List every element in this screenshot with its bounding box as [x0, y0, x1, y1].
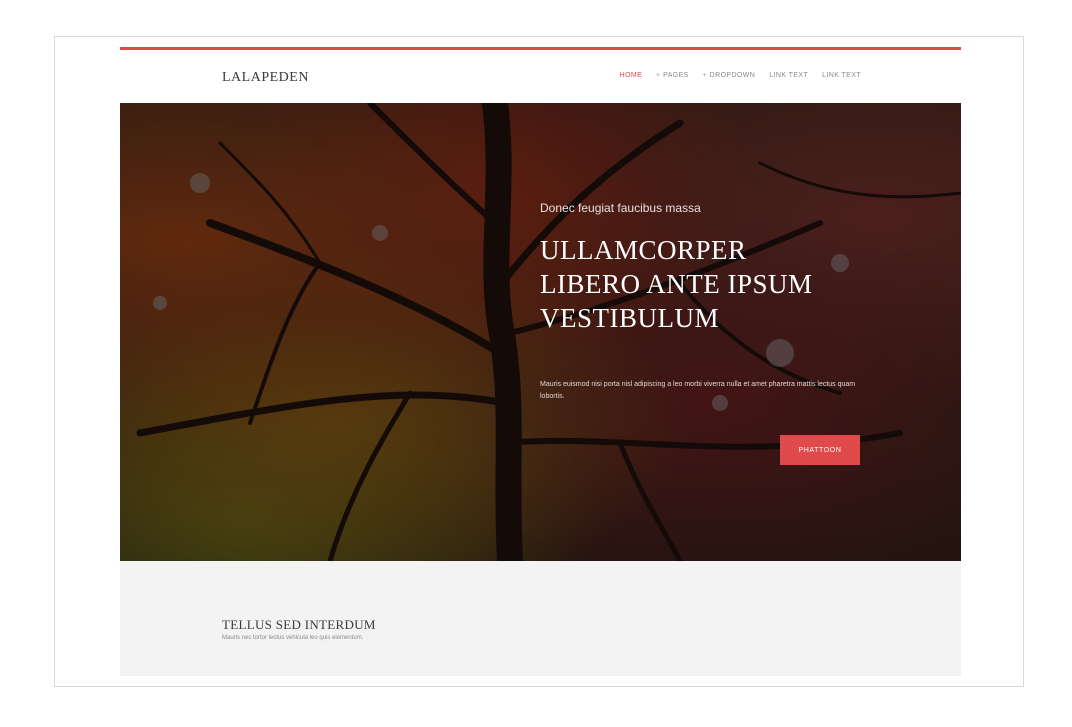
- hero-cta-button[interactable]: PHATTOON: [780, 435, 860, 465]
- main-nav: HOME + PAGES + DROPDOWN LINK TEXT LINK TEX…: [620, 72, 861, 79]
- plus-icon: +: [656, 73, 661, 79]
- plus-icon: +: [702, 73, 707, 79]
- hero-content: Donec feugiat faucibus massa ULLAMCORPER…: [540, 201, 870, 403]
- nav-item-link-text-1[interactable]: LINK TEXT: [769, 72, 808, 79]
- hero-title-line: VESTIBULUM: [540, 303, 719, 333]
- hero-description: Mauris euismod nisi porta nisl adipiscin…: [540, 381, 856, 400]
- nav-item-home[interactable]: HOME: [620, 72, 643, 79]
- section-subtitle: Mauris nec tortor lectus vehicula leo qu…: [222, 635, 364, 641]
- hero-title-line: LIBERO ANTE IPSUM: [540, 269, 813, 299]
- hero-kicker: Donec feugiat faucibus massa: [540, 201, 701, 215]
- hero-title-line: ULLAMCORPER: [540, 235, 747, 265]
- nav-item-label: DROPDOWN: [709, 72, 756, 79]
- nav-item-link-text-2[interactable]: LINK TEXT: [822, 72, 861, 79]
- nav-item-label: LINK TEXT: [822, 72, 861, 79]
- site-logo[interactable]: LALAPEDEN: [222, 70, 309, 86]
- nav-item-label: HOME: [619, 72, 643, 79]
- site-header: LALAPEDEN HOME + PAGES + DROPDOWN LINK TEX…: [120, 50, 961, 103]
- content-section: TELLUS SED INTERDUM Mauris nec tortor le…: [120, 561, 961, 676]
- nav-item-pages[interactable]: + PAGES: [656, 72, 689, 79]
- nav-item-label: PAGES: [663, 72, 689, 79]
- nav-item-dropdown[interactable]: + DROPDOWN: [703, 72, 756, 79]
- nav-item-label: LINK TEXT: [769, 72, 809, 79]
- section-title: TELLUS SED INTERDUM: [222, 617, 376, 632]
- hero-title: ULLAMCORPER LIBERO ANTE IPSUM VESTIBULUM: [540, 233, 870, 335]
- website-preview: LALAPEDEN HOME + PAGES + DROPDOWN LINK TEX…: [120, 47, 961, 676]
- hero-banner: Donec feugiat faucibus massa ULLAMCORPER…: [120, 103, 961, 561]
